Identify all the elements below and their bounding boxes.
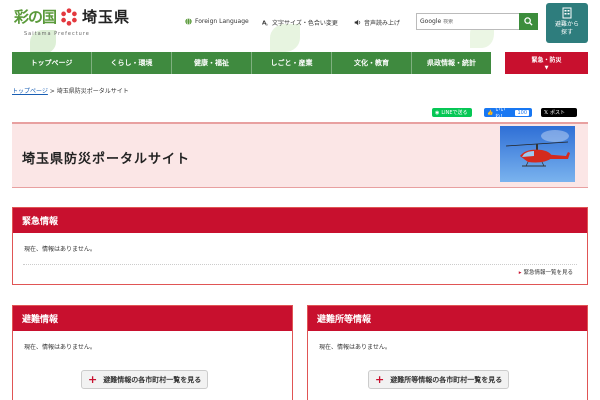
nav-item-work[interactable]: しごと・産業 (252, 52, 332, 74)
like-count: 100 (515, 109, 529, 116)
x-logo-icon: 𝕏 (544, 109, 549, 116)
site-search: Google (416, 13, 538, 30)
emergency-list-link-label: 緊急情報一覧を見る (523, 270, 573, 276)
shelter-info-heading: 避難所等情報 (308, 306, 587, 331)
search-button[interactable] (519, 13, 538, 30)
page-title: 埼玉県防災ポータルサイト (22, 152, 191, 167)
global-nav: トップページ くらし・環境 健康・福祉 しごと・産業 文化・教育 県政情報・統計 (12, 52, 491, 74)
breadcrumb-home-link[interactable]: トップページ (12, 88, 48, 95)
emergency-info-heading: 緊急情報 (13, 208, 587, 233)
evacuation-info-panel: 避難情報 現在、情報はありません。 + 避難情報の各市町村一覧を見る (12, 305, 293, 400)
helicopter-photo (500, 126, 575, 182)
shelter-list-button-label: 避難所等情報の各市町村一覧を見る (390, 375, 503, 384)
nav-item-health[interactable]: 健康・福祉 (172, 52, 252, 74)
evacuation-list-button-label: 避難情報の各市町村一覧を見る (103, 375, 202, 384)
chevron-down-icon: ▼ (544, 65, 549, 71)
text-size-icon: Aa (262, 21, 268, 26)
evacuation-button-line1: 避難から (554, 21, 579, 28)
site-header: 彩の国 埼玉県 Saitama Prefecture Foreign Langu… (0, 0, 600, 54)
search-icon (524, 17, 533, 26)
line-icon: ◉ (435, 109, 440, 116)
logo-saino-text: 彩の国 (14, 8, 57, 26)
nav-item-culture[interactable]: 文化・教育 (332, 52, 412, 74)
search-provider-label: Google (420, 18, 442, 25)
divider (23, 264, 577, 265)
nav-item-living[interactable]: くらし・環境 (92, 52, 172, 74)
prefecture-emblem-icon (61, 7, 77, 26)
emergency-list-link[interactable]: ▸ 緊急情報一覧を見る (519, 268, 573, 276)
foreign-language-label: Foreign Language (195, 18, 249, 25)
building-icon (562, 7, 572, 19)
evacuation-search-button[interactable]: 避難から 探す (546, 3, 588, 43)
voice-read-link[interactable]: 音声読み上げ (354, 18, 400, 27)
logo-prefecture-name: 埼玉県 (82, 8, 131, 26)
shelter-info-panel: 避難所等情報 現在、情報はありません。 + 避難所等情報の各市町村一覧を見る (307, 305, 588, 400)
speaker-icon (354, 19, 361, 26)
plus-icon: + (88, 373, 98, 386)
svg-text:a: a (266, 22, 268, 26)
triangle-right-icon: ▸ (518, 270, 522, 276)
facebook-like-button[interactable]: 👍 いいね！ 100 (484, 106, 532, 120)
foreign-language-link[interactable]: Foreign Language (185, 18, 249, 25)
evacuation-info-heading: 避難情報 (13, 306, 292, 331)
emergency-info-panel: 緊急情報 現在、情報はありません。 ▸ 緊急情報一覧を見る (12, 207, 588, 285)
leaf-decoration (270, 24, 300, 52)
line-share-label: LINEで送る (441, 110, 468, 116)
nav-item-top[interactable]: トップページ (12, 52, 92, 74)
font-size-color-link[interactable]: Aa 文字サイズ・色合い変更 (262, 18, 338, 27)
search-input[interactable] (443, 18, 514, 25)
font-size-color-label: 文字サイズ・色合い変更 (272, 20, 338, 27)
like-label: いいね！ (495, 106, 506, 120)
shelter-info-body: 現在、情報はありません。 (319, 344, 391, 351)
breadcrumb: トップページ > 埼玉県防災ポータルサイト (12, 86, 129, 95)
post-label: ポスト (550, 110, 566, 116)
evacuation-municipality-list-button[interactable]: + 避難情報の各市町村一覧を見る (81, 370, 209, 389)
evacuation-info-body: 現在、情報はありません。 (24, 344, 96, 351)
site-logo[interactable]: 彩の国 埼玉県 (14, 6, 130, 27)
thumbs-up-icon: 👍 (487, 109, 494, 116)
nav-item-government[interactable]: 県政情報・統計 (412, 52, 491, 74)
emergency-nav-label: 緊急・防災 (531, 57, 562, 64)
nav-item-emergency[interactable]: 緊急・防災 ▼ (505, 52, 588, 74)
breadcrumb-current: 埼玉県防災ポータルサイト (56, 88, 129, 95)
logo-subtitle: Saitama Prefecture (24, 31, 90, 37)
line-share-button[interactable]: ◉ LINEで送る (432, 108, 472, 117)
breadcrumb-separator: > (47, 88, 57, 95)
evacuation-button-line2: 探す (560, 28, 573, 36)
x-post-button[interactable]: 𝕏 ポスト (541, 108, 577, 117)
globe-icon (185, 18, 192, 25)
voice-read-label: 音声読み上げ (364, 20, 401, 27)
emergency-info-body: 現在、情報はありません。 (24, 246, 96, 253)
shelter-municipality-list-button[interactable]: + 避難所等情報の各市町村一覧を見る (368, 370, 510, 389)
plus-icon: + (375, 373, 385, 386)
